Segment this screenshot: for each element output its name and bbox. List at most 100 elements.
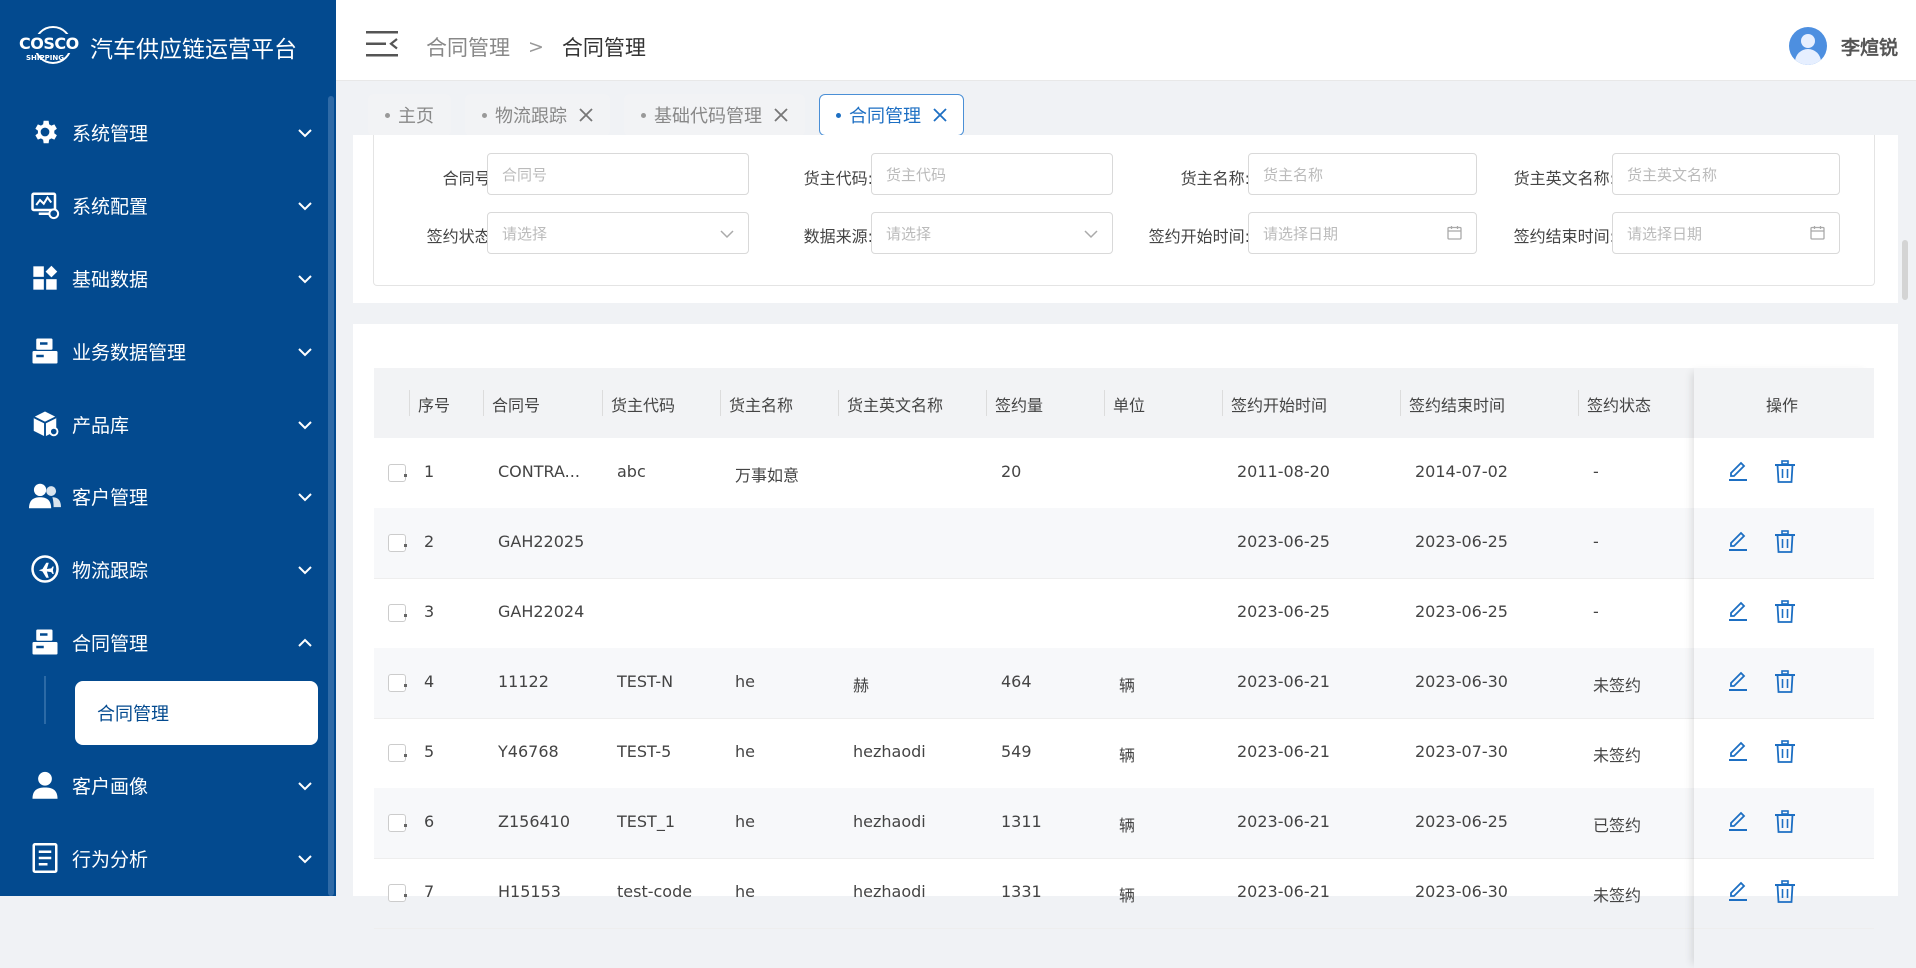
table-row[interactable]: 6 Z156410 TEST_1 he hezhaodi 1311 辆 2023-06-21 2… — [374, 788, 1874, 859]
user-menu[interactable]: 李煊锐 — [1788, 27, 1898, 65]
table-row[interactable]: 4 11122 TEST-N he 赫 464 辆 2023-06-21 2023-06-30 未… — [374, 648, 1874, 719]
column-header: 序号 — [418, 396, 451, 415]
column-header: 货主代码 — [611, 396, 676, 415]
sidebar-item-customer-management[interactable]: 客户管理 — [0, 467, 336, 525]
sidebar-item-behavior-analysis[interactable]: 行为分析 — [0, 829, 336, 887]
sidebar-item-product-library[interactable]: 产品库 — [0, 395, 336, 453]
table-cell-status: - — [1593, 602, 1599, 621]
table-cell-end: 2023-06-30 — [1415, 672, 1508, 691]
table-cell-start: 2023-06-21 — [1237, 742, 1330, 761]
table-cell-en: hezhaodi — [853, 812, 926, 831]
table-cell-unit: 辆 — [1119, 886, 1136, 905]
row-checkbox[interactable] — [388, 674, 406, 692]
table-cell-start: 2023-06-21 — [1237, 672, 1330, 691]
sign-end-date-picker[interactable]: 请选择日期 — [1612, 212, 1840, 254]
table-cell-code: TEST-5 — [617, 742, 672, 761]
breadcrumb-item[interactable]: 合同管理 — [426, 32, 510, 62]
sidebar-item-customer-profile[interactable]: 客户画像 — [0, 756, 336, 814]
tab-contract-management[interactable]: 合同管理 — [819, 94, 964, 136]
table-row[interactable]: 1 CONTRA... abc 万事如意 20 2011-08-20 2014-07-02 - — [374, 438, 1874, 509]
row-checkbox[interactable] — [388, 814, 406, 832]
row-checkbox[interactable] — [388, 604, 406, 622]
table-cell-start: 2011-08-20 — [1237, 462, 1330, 481]
table-cell-status: 已签约 — [1593, 816, 1642, 835]
tab-logistics-tracking[interactable]: 物流跟踪 — [465, 94, 610, 136]
sidebar-item-system-management[interactable]: 系统管理 — [0, 103, 336, 161]
owner-name-label: 货主名称: — [1180, 169, 1250, 188]
data-source-select[interactable]: 请选择 — [871, 212, 1113, 254]
table-cell-idx: 2 — [424, 532, 435, 551]
row-checkbox[interactable] — [388, 884, 406, 902]
table-cell-code: abc — [617, 462, 646, 481]
table-cell-en: 赫 — [853, 676, 870, 695]
row-checkbox[interactable] — [388, 464, 406, 482]
table-cell-start: 2023-06-25 — [1237, 602, 1330, 621]
chevron-down-icon — [298, 776, 312, 795]
sidebar-scrollbar[interactable] — [328, 96, 334, 896]
row-index-dot — [404, 614, 407, 617]
sidebar-item-system-config[interactable]: 系统配置 — [0, 176, 336, 234]
table-row[interactable]: 2 GAH22025 2023-06-25 2023-06-25 - — [374, 508, 1874, 579]
close-icon[interactable] — [933, 108, 947, 122]
table-cell-name: he — [735, 882, 755, 901]
contract-icon — [28, 625, 62, 659]
table-cell-contract: Z156410 — [498, 812, 571, 831]
table-row[interactable]: 3 GAH22024 2023-06-25 2023-06-25 - — [374, 578, 1874, 649]
close-icon[interactable] — [774, 108, 788, 122]
close-icon[interactable] — [579, 108, 593, 122]
owner-en-name-input[interactable]: 货主英文名称 — [1612, 153, 1840, 195]
sidebar-subitem-contract-management[interactable]: 合同管理 — [75, 681, 318, 745]
document-list-icon — [28, 841, 62, 875]
breadcrumb: 合同管理 > 合同管理 — [426, 32, 646, 62]
plane-icon — [28, 552, 62, 586]
table-cell-qty: 549 — [1001, 742, 1032, 761]
sign-start-date-picker[interactable]: 请选择日期 — [1248, 212, 1477, 254]
sign-start-label: 签约开始时间: — [1148, 227, 1250, 246]
app-title: 汽车供应链运营平台 — [90, 37, 297, 63]
table-cell-name: 万事如意 — [735, 466, 800, 485]
owner-name-input[interactable]: 货主名称 — [1248, 153, 1477, 195]
contract-no-input[interactable]: 合同号 — [487, 153, 749, 195]
breadcrumb-current: 合同管理 — [561, 36, 646, 60]
table-cell-end: 2023-06-25 — [1415, 532, 1508, 551]
users-icon — [28, 479, 62, 513]
calendar-icon — [1447, 225, 1462, 244]
table-cell-status: - — [1593, 462, 1599, 481]
chevron-down-icon — [720, 225, 734, 243]
sidebar-item-contract-management[interactable]: 合同管理 — [0, 613, 336, 671]
sign-status-label: 签约状态: — [426, 227, 496, 246]
column-header: 货主名称 — [729, 396, 794, 415]
breadcrumb-separator: > — [528, 36, 544, 58]
table-cell-qty: 464 — [1001, 672, 1032, 691]
sidebar-item-business-data[interactable]: 业务数据管理 — [0, 322, 336, 380]
chevron-down-icon — [298, 342, 312, 361]
database-icon — [28, 334, 62, 368]
cosco-logo-icon: COSCO SHIPPING — [18, 24, 82, 70]
menu-collapse-icon[interactable] — [366, 30, 400, 62]
table-cell-unit: 辆 — [1119, 746, 1136, 765]
table-panel: 序号 合同号 货主代码 货主名称 货主英文名称 签约量 单位 签约开始时间 签约… — [353, 324, 1898, 929]
owner-code-input[interactable]: 货主代码 — [871, 153, 1113, 195]
table-cell-status: 未签约 — [1593, 886, 1642, 905]
table-row[interactable]: 5 Y46768 TEST-5 he hezhaodi 549 辆 2023-06-21 202… — [374, 718, 1874, 789]
filter-form: 合同号: 合同号 货主代码: 货主代码 货主名称: 货主名称 货主英文名称: 货… — [373, 135, 1875, 286]
calendar-icon — [1810, 225, 1825, 244]
sign-status-select[interactable]: 请选择 — [487, 212, 749, 254]
table-cell-idx: 7 — [424, 882, 435, 901]
sidebar-item-base-data[interactable]: 基础数据 — [0, 249, 336, 307]
table-row[interactable]: 7 H15153 test-code he hezhaodi 1331 辆 2023-06-2… — [374, 858, 1874, 929]
table-cell-status: 未签约 — [1593, 746, 1642, 765]
tab-home[interactable]: 主页 — [368, 94, 451, 136]
sidebar-item-logistics-tracking[interactable]: 物流跟踪 — [0, 540, 336, 598]
page-scrollbar[interactable] — [1902, 240, 1908, 300]
table-cell-name: he — [735, 812, 755, 831]
filter-panel: 合同号: 合同号 货主代码: 货主代码 货主名称: 货主名称 货主英文名称: 货… — [353, 135, 1898, 303]
cube-icon — [28, 407, 62, 441]
row-checkbox[interactable] — [388, 744, 406, 762]
tab-base-code-management[interactable]: 基础代码管理 — [624, 94, 805, 136]
chevron-down-icon — [298, 123, 312, 142]
table-cell-contract: GAH22025 — [498, 532, 585, 551]
monitor-settings-icon — [28, 188, 62, 222]
row-checkbox[interactable] — [388, 534, 406, 552]
sign-end-label: 签约结束时间: — [1513, 227, 1615, 246]
